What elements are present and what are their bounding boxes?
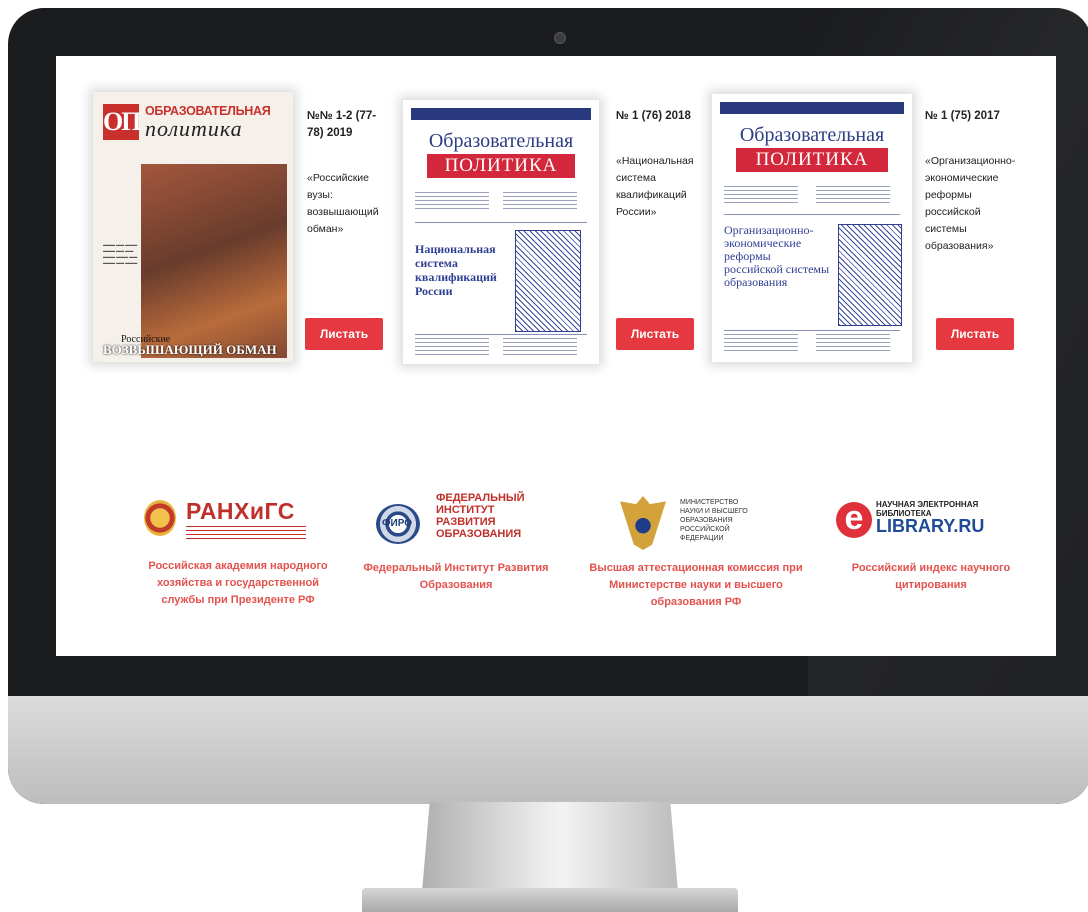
partner-firo[interactable]: ФИРО ФЕДЕРАЛЬНЫЙ ИНСТИТУТ РАЗВИТИЯ ОБРАЗ… [356,492,556,594]
coat-of-arms-icon [620,496,666,550]
issue-number: № 1 (76) 2018 [616,110,691,122]
cover-title-line2: ПОЛИТИКА [427,154,575,178]
issue-description: «Национальная система квалификаций Росси… [616,155,694,218]
cover-small-text [816,334,890,354]
cover-small-text [724,186,798,206]
partner-logo: e НАУЧНАЯ ЭЛЕКТРОННАЯ БИБЛИОТЕКА LIBRARY… [816,492,1046,552]
monitor-chin [8,696,1088,804]
cover-logo-mark: ОП [103,104,141,140]
partner-name[interactable]: Российская академия народного хозяйства … [138,558,338,609]
cover-small-text [415,338,489,358]
cover-title-line1: Образовательная [739,124,885,146]
monitor-stand-base [362,888,738,912]
partner-vak[interactable]: МИНИСТЕРСТВО НАУКИ И ВЫСШЕГО ОБРАЗОВАНИЯ… [586,492,806,611]
partner-logo: ФИРО ФЕДЕРАЛЬНЫЙ ИНСТИТУТ РАЗВИТИЯ ОБРАЗ… [356,492,556,552]
cover-title-line2: политика [145,116,243,141]
monitor-stand [422,802,678,892]
cover-title-line1: Образовательная [428,130,574,152]
elibrary-e-icon: e [836,501,872,538]
magazine-info: № 1 (75) 2017 «Организационно-экономичес… [925,108,1016,255]
issue-number: №№ 1-2 (77-78) 2019 [307,110,377,139]
partner-name[interactable]: Федеральный Институт Развития Образовани… [356,560,556,594]
partner-logo-text: LIBRARY.RU [876,516,985,536]
cover-divider [415,222,587,223]
cover-small-text [503,192,577,212]
webcam [554,32,566,44]
magazine-cover-2017[interactable]: Образовательная ПОЛИТИКА Организационно-… [712,94,912,362]
cover-divider [724,330,900,331]
issue-number: № 1 (75) 2017 [925,110,1000,122]
cover-engraving-image [515,230,581,332]
cover-small-text [503,338,577,358]
cover-headline: Организационно-экономические реформы рос… [724,223,830,289]
flip-button[interactable]: Листать [305,318,383,350]
cover-header-bar [720,102,904,114]
partner-logo-text: РАНХиГС [186,498,295,524]
partner-ranepa[interactable]: РАНХиГС Российская академия народного хо… [138,490,338,609]
cover-small-text [724,334,798,354]
cover-divider [724,214,900,215]
cover-header-bar [411,108,591,120]
monitor-frame: ОП ОБРАЗОВАТЕЛЬНАЯ политика ▬▬▬ ▬▬ ▬▬▬ ▬… [8,8,1088,804]
cover-headline: ВОЗВЫШАЮЩИЙ ОБМАН [103,342,277,357]
issue-description: «Российские вузы: возвышающий обман» [307,172,379,235]
flip-button[interactable]: Листать [616,318,694,350]
magazine-info: №№ 1-2 (77-78) 2019 «Российские вузы: во… [307,108,387,238]
cover-engraving-image [838,224,902,326]
partner-name[interactable]: Российский индекс научного цитирования [816,560,1046,594]
partner-logo-subtext [186,526,306,540]
magazine-cover-2019[interactable]: ОП ОБРАЗОВАТЕЛЬНАЯ политика ▬▬▬ ▬▬ ▬▬▬ ▬… [93,92,293,362]
cover-title-line2: ПОЛИТИКА [736,148,888,172]
partner-elibrary[interactable]: e НАУЧНАЯ ЭЛЕКТРОННАЯ БИБЛИОТЕКА LIBRARY… [816,492,1046,594]
website-screen: ОП ОБРАЗОВАТЕЛЬНАЯ политика ▬▬▬ ▬▬ ▬▬▬ ▬… [56,56,1056,656]
ranepa-emblem-icon [144,500,176,536]
partner-logo: РАНХиГС [138,490,338,550]
cover-artwork [141,164,287,358]
cover-small-text [816,186,890,206]
partner-logo-text: ФЕДЕРАЛЬНЫЙ ИНСТИТУТ РАЗВИТИЯ ОБРАЗОВАНИ… [436,492,525,540]
partner-logo-badge: ФИРО [382,518,413,529]
partner-name[interactable]: Высшая аттестационная комиссия при Минис… [586,560,806,611]
cover-text-column: ▬▬▬ ▬▬ ▬▬▬ ▬▬▬ ▬▬ ▬▬ ▬▬▬ ▬▬▬ ▬▬ ▬▬▬ ▬▬ ▬… [103,242,138,265]
flip-button[interactable]: Листать [936,318,1014,350]
cover-small-text [415,192,489,212]
issue-description: «Организационно-экономические реформы ро… [925,155,1016,252]
magazine-info: № 1 (76) 2018 «Национальная система квал… [616,108,696,221]
magazine-cover-2018[interactable]: Образовательная ПОЛИТИКА Национальная си… [403,100,599,364]
partner-logo-text: МИНИСТЕРСТВО НАУКИ И ВЫСШЕГО ОБРАЗОВАНИЯ… [680,499,748,542]
partner-logo: МИНИСТЕРСТВО НАУКИ И ВЫСШЕГО ОБРАЗОВАНИЯ… [586,492,806,552]
cover-divider [415,334,587,335]
cover-headline: Национальная система квалификаций России [415,242,497,298]
